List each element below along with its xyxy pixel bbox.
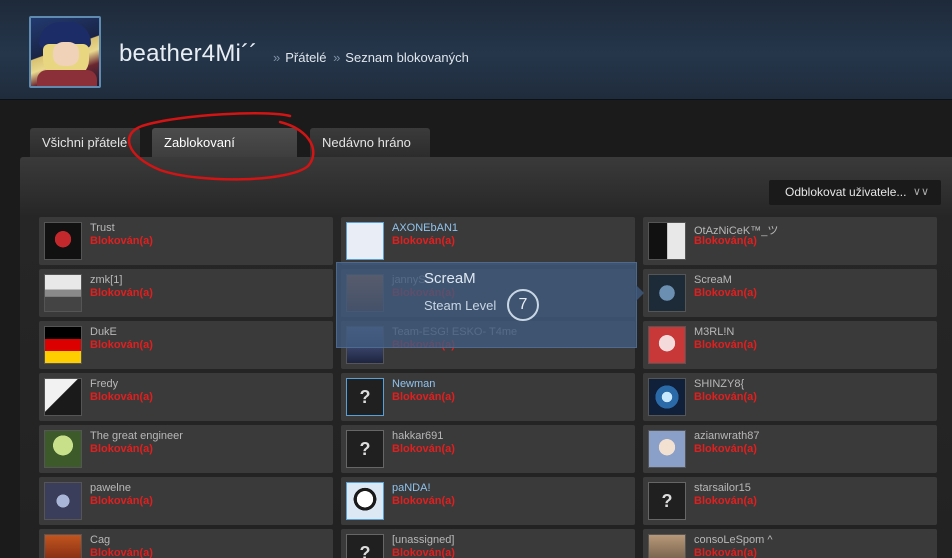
blocked-user-name[interactable]: Newman — [392, 378, 435, 390]
profile-header: beather4Mi´´ » Přátelé » Seznam blokovanýc… — [0, 0, 952, 100]
blocked-status-label: Blokován(a) — [90, 495, 153, 507]
default-avatar-question-icon[interactable]: ? — [346, 378, 384, 416]
tooltip-persona-name: ScreaM — [424, 270, 476, 287]
blocked-status-label: Blokován(a) — [694, 235, 757, 247]
blocked-user-name[interactable]: hakkar691 — [392, 430, 443, 442]
blocked-status-label: Blokován(a) — [90, 443, 153, 455]
steam-level-badge: 7 — [507, 289, 539, 321]
persona-name[interactable]: beather4Mi´´ — [119, 40, 257, 68]
blocked-status-label: Blokován(a) — [392, 495, 455, 507]
tooltip-arrow — [636, 285, 644, 301]
breadcrumb-friends-link[interactable]: Přátelé — [285, 50, 326, 65]
blocked-user-card[interactable]: pawelne Blokován(a) — [39, 477, 333, 525]
unblock-users-button[interactable]: Odblokovat uživatele... ∨∨ — [769, 180, 941, 205]
user-avatar[interactable] — [648, 222, 686, 260]
breadcrumb-blocked-link[interactable]: Seznam blokovaných — [345, 50, 469, 65]
blocked-user-card[interactable]: Fredy Blokován(a) — [39, 373, 333, 421]
blocked-user-name[interactable]: M3RL!N — [694, 326, 734, 338]
blocked-user-name[interactable]: Cag — [90, 534, 110, 546]
default-avatar-question-icon[interactable]: ? — [346, 430, 384, 468]
breadcrumb-separator: » — [333, 50, 341, 65]
blocked-status-label: Blokován(a) — [392, 443, 455, 455]
blocked-user-card[interactable]: AXONEbAN1 Blokován(a) — [341, 217, 635, 265]
blocked-user-card[interactable]: DukE Blokován(a) — [39, 321, 333, 369]
user-avatar[interactable] — [648, 430, 686, 468]
blocked-status-label: Blokován(a) — [694, 339, 757, 351]
user-avatar[interactable] — [648, 274, 686, 312]
default-avatar-question-icon[interactable]: ? — [648, 482, 686, 520]
user-avatar[interactable] — [648, 534, 686, 558]
user-avatar[interactable] — [44, 326, 82, 364]
blocked-user-card[interactable]: SHINZY8{Blokován(a) — [643, 373, 937, 421]
user-avatar[interactable] — [346, 482, 384, 520]
blocked-user-card[interactable]: M3RL!N Blokován(a) — [643, 321, 937, 369]
blocked-user-name[interactable]: ScreaM — [694, 274, 732, 286]
blocked-user-card[interactable]: paNDA! Blokován(a) — [341, 477, 635, 525]
blocked-user-name[interactable]: zmk[1] — [90, 274, 122, 286]
user-avatar[interactable] — [648, 326, 686, 364]
unblock-users-label: Odblokovat uživatele... — [785, 185, 907, 199]
user-avatar[interactable] — [44, 274, 82, 312]
tab-recently-played[interactable]: Nedávno hráno s — [310, 128, 430, 179]
blocked-user-card[interactable]: consoLeSpom ^ Blokován(a) — [643, 529, 937, 558]
blocked-status-label: Blokován(a) — [694, 287, 757, 299]
avatar-face-shape — [53, 42, 79, 66]
user-avatar[interactable] — [44, 378, 82, 416]
blocked-user-name[interactable]: pawelne — [90, 482, 131, 494]
breadcrumb-separator: » — [273, 50, 281, 65]
blocked-status-label: Blokován(a) — [90, 235, 153, 247]
blocked-user-card[interactable]: The great engineer Blokován(a) — [39, 425, 333, 473]
blocked-status-label: Blokován(a) — [90, 547, 153, 558]
tab-blocked-users[interactable]: Zablokovaní uživatelé — [152, 128, 297, 179]
default-avatar-question-icon[interactable]: ? — [346, 534, 384, 558]
blocked-user-card[interactable]: Trust Blokován(a) — [39, 217, 333, 265]
user-avatar[interactable] — [44, 222, 82, 260]
blocked-user-card[interactable]: Cag Blokován(a) — [39, 529, 333, 558]
blocked-user-card[interactable]: zmk[1] Blokován(a) — [39, 269, 333, 317]
blocked-status-label: Blokován(a) — [392, 391, 455, 403]
blocked-user-name[interactable]: [unassigned] — [392, 534, 454, 546]
blocked-user-name[interactable]: AXONEbAN1 — [392, 222, 458, 234]
tooltip-level-label: Steam Level — [424, 298, 497, 313]
blocked-user-card[interactable]: azianwrath87 Blokován(a) — [643, 425, 937, 473]
breadcrumb: » Přátelé » Seznam blokovaných — [270, 50, 469, 65]
blocked-user-name[interactable]: Trust — [90, 222, 115, 234]
blocked-user-card[interactable]: ScreaM Blokován(a) — [643, 269, 937, 317]
profile-hover-tooltip: ScreaM Steam Level 7 — [336, 262, 644, 348]
blocked-user-name[interactable]: starsailor15 — [694, 482, 751, 494]
blocked-user-name[interactable]: paNDA! — [392, 482, 431, 494]
blocked-user-name[interactable]: The great engineer — [90, 430, 183, 442]
blocked-status-label: Blokován(a) — [90, 391, 153, 403]
tab-all-friends[interactable]: Všichni přátelé — [30, 128, 140, 157]
blocked-status-label: Blokován(a) — [694, 443, 757, 455]
user-avatar[interactable] — [346, 222, 384, 260]
blocked-user-name[interactable]: SHINZY8{ — [694, 378, 744, 390]
user-avatar[interactable] — [44, 430, 82, 468]
blocked-status-label: Blokován(a) — [694, 391, 757, 403]
avatar-coat-shape — [37, 70, 97, 86]
blocked-status-label: Blokován(a) — [694, 495, 757, 507]
user-avatar[interactable] — [44, 534, 82, 558]
blocked-user-card[interactable]: ? starsailor15 Blokován(a) — [643, 477, 937, 525]
blocked-user-name[interactable]: azianwrath87 — [694, 430, 759, 442]
blocked-status-label: Blokován(a) — [90, 339, 153, 351]
double-chevron-down-icon: ∨∨ — [912, 186, 929, 198]
user-avatar[interactable] — [44, 482, 82, 520]
blocked-user-card[interactable]: OtAzNiCeK™_ツ Blokován(a) — [643, 217, 937, 265]
blocked-user-name[interactable]: DukE — [90, 326, 117, 338]
profile-avatar[interactable] — [29, 16, 101, 88]
blocked-status-label: Blokován(a) — [392, 235, 455, 247]
blocked-user-card[interactable]: ? Newman Blokován(a) — [341, 373, 635, 421]
blocked-status-label: Blokován(a) — [694, 547, 757, 558]
blocked-user-card[interactable]: ? [unassigned] Blokován(a) — [341, 529, 635, 558]
user-avatar[interactable] — [648, 378, 686, 416]
blocked-user-card[interactable]: ? hakkar691 Blokován(a) — [341, 425, 635, 473]
blocked-status-label: Blokován(a) — [90, 287, 153, 299]
blocked-user-name[interactable]: consoLeSpom ^ — [694, 534, 773, 546]
blocked-status-label: Blokován(a) — [392, 547, 455, 558]
blocked-user-name[interactable]: Fredy — [90, 378, 118, 390]
